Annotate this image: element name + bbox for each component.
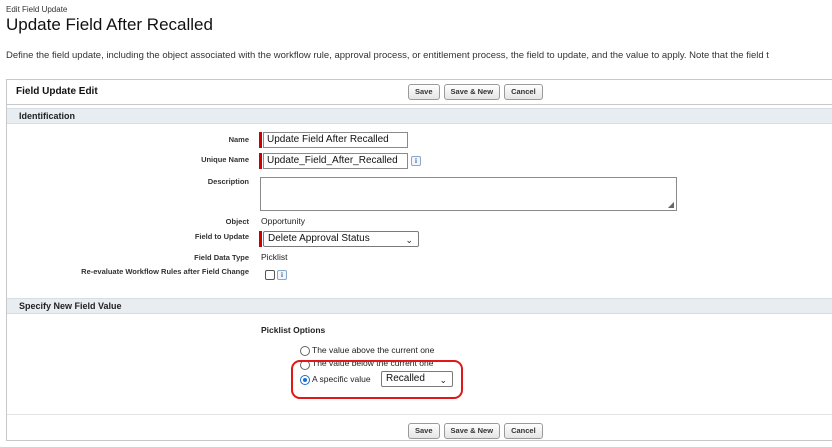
panel-header: Field Update Edit Save Save & New Cancel xyxy=(7,80,832,105)
required-indicator xyxy=(259,132,262,148)
required-indicator xyxy=(259,153,262,169)
object-value: Opportunity xyxy=(261,216,305,226)
section-heading: Identification xyxy=(19,111,75,121)
field-update-edit-panel: Field Update Edit Save Save & New Cancel… xyxy=(6,79,832,441)
field-to-update-label: Field to Update xyxy=(194,232,249,241)
save-button[interactable]: Save xyxy=(408,423,440,439)
name-label: Name xyxy=(228,135,249,144)
field-data-type-label: Field Data Type xyxy=(194,253,249,262)
panel-footer: Save Save & New Cancel xyxy=(7,414,832,442)
field-to-update-select[interactable]: Delete Approval Status ⌄ xyxy=(263,231,419,247)
resize-grip-icon[interactable]: ◢ xyxy=(668,201,674,209)
top-button-bar: Save Save & New Cancel xyxy=(408,84,543,100)
reevaluate-label: Re-evaluate Workflow Rules after Field C… xyxy=(81,267,249,276)
select-value: Delete Approval Status xyxy=(268,233,370,244)
page-title: Update Field After Recalled xyxy=(6,15,213,34)
name-input[interactable]: Update Field After Recalled xyxy=(263,132,408,148)
cancel-button[interactable]: Cancel xyxy=(504,423,543,439)
info-icon[interactable]: i xyxy=(277,270,287,280)
info-icon[interactable]: i xyxy=(411,156,421,166)
unique-name-input[interactable]: Update_Field_After_Recalled xyxy=(263,153,408,169)
field-data-type-value: Picklist xyxy=(261,252,288,262)
description-textarea[interactable]: ◢ xyxy=(260,177,677,211)
description-label: Description xyxy=(207,177,249,186)
breadcrumb: Edit Field Update xyxy=(6,5,68,14)
page-description: Define the field update, including the o… xyxy=(6,50,769,61)
chevron-down-icon: ⌄ xyxy=(405,235,413,245)
radio-label-above: The value above the current one xyxy=(312,345,435,355)
save-new-button[interactable]: Save & New xyxy=(443,423,501,439)
radio-value-above[interactable] xyxy=(300,346,310,356)
object-label: Object xyxy=(225,217,249,226)
section-identification: Identification xyxy=(7,108,832,124)
save-new-button[interactable]: Save & New xyxy=(443,84,501,100)
required-indicator xyxy=(259,231,262,247)
picklist-options-heading: Picklist Options xyxy=(261,325,326,335)
reevaluate-checkbox[interactable] xyxy=(265,270,275,280)
bottom-button-bar: Save Save & New Cancel xyxy=(408,423,543,439)
highlight-annotation xyxy=(291,360,463,399)
panel-title: Field Update Edit xyxy=(16,86,98,97)
section-heading: Specify New Field Value xyxy=(19,301,122,311)
save-button[interactable]: Save xyxy=(408,84,440,100)
cancel-button[interactable]: Cancel xyxy=(504,84,543,100)
unique-name-label: Unique Name xyxy=(201,155,249,164)
section-specify-new-field-value: Specify New Field Value xyxy=(7,298,832,314)
